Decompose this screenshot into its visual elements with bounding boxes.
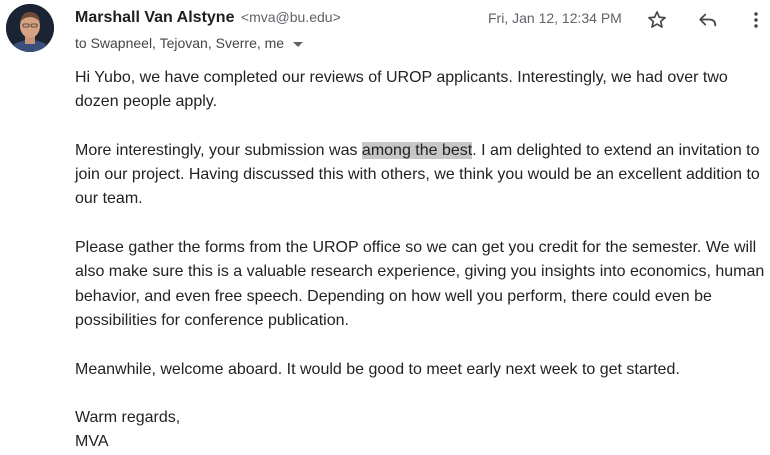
reply-icon	[699, 13, 717, 27]
paragraph-3: Please gather the forms from the UROP of…	[75, 239, 765, 329]
reply-button[interactable]	[694, 6, 722, 34]
star-outline-icon	[648, 11, 666, 28]
more-vert-icon	[754, 12, 758, 28]
avatar-portrait	[6, 4, 54, 52]
paragraph-4: Meanwhile, welcome aboard. It would be g…	[75, 360, 680, 378]
signature: MVA	[75, 433, 109, 451]
recipients-text: to Swapneel, Tejovan, Sverre, me	[75, 35, 285, 51]
sender-avatar[interactable]	[6, 4, 54, 52]
paragraph-2: More interestingly, your submission was …	[75, 139, 765, 212]
highlighted-text: among the best	[361, 141, 473, 159]
recipients-line: to Swapneel, Tejovan, Sverre, me	[75, 35, 304, 51]
message-body: Hi Yubo, we have completed our reviews o…	[75, 66, 765, 455]
paragraph-1: Hi Yubo, we have completed our reviews o…	[75, 69, 728, 111]
paragraph-2-start: More interestingly, your submission was	[75, 141, 362, 159]
sender-name[interactable]: Marshall Van Alstyne	[75, 9, 234, 26]
chevron-down-icon[interactable]	[293, 41, 304, 47]
message-date: Fri, Jan 12, 12:34 PM	[488, 10, 622, 26]
star-button[interactable]	[643, 6, 671, 34]
sender-line: Marshall Van Alstyne <mva@bu.edu>	[75, 9, 341, 27]
more-options-button[interactable]	[742, 6, 770, 34]
sender-email: <mva@bu.edu>	[240, 9, 341, 25]
closing: Warm regards,	[75, 409, 181, 427]
